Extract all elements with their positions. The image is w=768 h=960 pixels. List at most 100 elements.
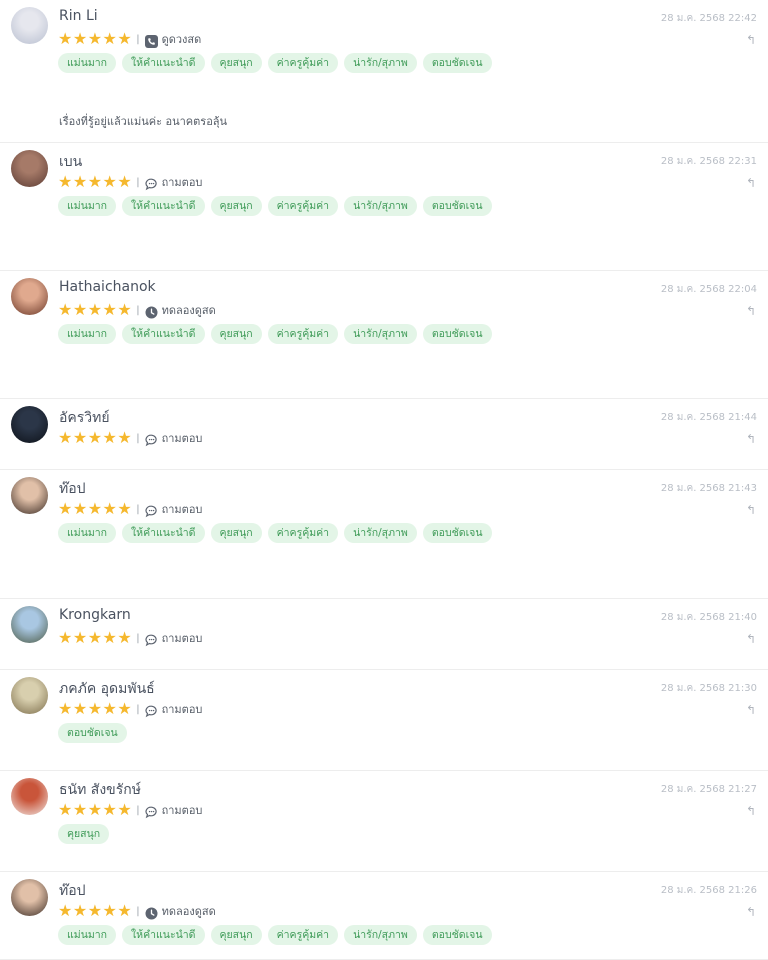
star-icon: ★: [87, 499, 103, 518]
reviewer-name: Rin Li: [59, 8, 98, 24]
service-type: ถามตอบ: [161, 176, 203, 189]
star-rating: ★ ★ ★ ★ ★: [58, 174, 132, 190]
service-type: ถามตอบ: [161, 632, 203, 645]
chat-icon: [145, 503, 158, 517]
service-type: ทดลองดูสด: [161, 304, 216, 317]
separator: |: [136, 804, 140, 816]
star-icon: ★: [72, 29, 88, 48]
avatar[interactable]: [11, 677, 48, 714]
chat-icon: [145, 703, 158, 717]
review-meta: ★ ★ ★ ★ ★ | ถามตอบ: [58, 802, 202, 818]
avatar[interactable]: [11, 778, 48, 815]
star-icon: ★: [72, 800, 88, 819]
star-icon: ★: [58, 428, 73, 447]
star-icon: ★: [117, 800, 132, 819]
avatar[interactable]: [11, 278, 48, 315]
tag-list: แม่นมาก ให้คำแนะนำดี คุยสนุก ค่าครูคุ้มค่าน…: [58, 925, 498, 945]
star-icon: ★: [72, 901, 88, 920]
clock-icon: [145, 304, 158, 318]
star-icon: ★: [117, 29, 132, 48]
star-rating: ★ ★ ★ ★ ★: [58, 501, 132, 517]
separator: |: [136, 304, 140, 316]
reviewer-name: เบน: [59, 154, 83, 170]
tag-list: ตอบชัดเจน: [58, 723, 133, 743]
star-icon: ★: [72, 499, 88, 518]
clock-icon: [145, 905, 158, 919]
tag-chip: คุยสนุก: [58, 824, 110, 844]
review-meta: ★ ★ ★ ★ ★ | ถามตอบ: [58, 630, 202, 646]
avatar[interactable]: [11, 406, 48, 443]
review-meta: ★ ★ ★ ★ ★ | ถามตอบ: [58, 430, 202, 446]
tag-chip: แม่นมาก: [58, 523, 117, 543]
reviewer-name: ภคภัค อุดมพันธ์: [59, 681, 155, 697]
star-icon: ★: [87, 628, 103, 647]
tag-chip: ตอบชัดเจน: [422, 523, 492, 543]
review-item: ธนัท สังขรักษ์ 28 ม.ค. 2568 21:27 ↰ ★ ★ ★ ★…: [0, 771, 768, 872]
star-icon: ★: [58, 800, 73, 819]
avatar[interactable]: [11, 606, 48, 643]
star-icon: ★: [117, 628, 132, 647]
reply-icon[interactable]: ↰: [746, 632, 756, 646]
tag-chip: ตอบชัดเจน: [422, 324, 492, 344]
separator: |: [136, 176, 140, 188]
reply-icon[interactable]: ↰: [746, 176, 756, 190]
reviewer-name: ท๊อป: [59, 481, 86, 497]
star-icon: ★: [102, 29, 117, 48]
separator: |: [136, 632, 140, 644]
star-rating: ★ ★ ★ ★ ★: [58, 31, 132, 47]
review-meta: ★ ★ ★ ★ ★ | ถามตอบ: [58, 701, 202, 717]
review-list: Rin Li 28 ม.ค. 2568 22:42 ↰ ★ ★ ★ ★ ★ | ดูดว…: [0, 0, 768, 960]
tag-chip: ค่าครูคุ้มค่า: [267, 196, 339, 216]
star-icon: ★: [72, 628, 88, 647]
tag-chip: ค่าครูคุ้มค่า: [267, 53, 339, 73]
review-item: ภคภัค อุดมพันธ์ 28 ม.ค. 2568 21:30 ↰ ★ ★ ★…: [0, 670, 768, 771]
service-type: ถามตอบ: [161, 703, 203, 716]
reply-icon[interactable]: ↰: [746, 432, 756, 446]
reply-icon[interactable]: ↰: [746, 905, 756, 919]
reply-icon[interactable]: ↰: [746, 304, 756, 318]
star-icon: ★: [58, 172, 73, 191]
tag-chip: แม่นมาก: [58, 925, 117, 945]
review-item: Rin Li 28 ม.ค. 2568 22:42 ↰ ★ ★ ★ ★ ★ | ดูดว…: [0, 0, 768, 143]
avatar[interactable]: [11, 477, 48, 514]
tag-chip: ตอบชัดเจน: [422, 196, 492, 216]
reply-icon[interactable]: ↰: [746, 503, 756, 517]
reply-icon[interactable]: ↰: [746, 703, 756, 717]
tag-chip: ให้คำแนะนำดี: [122, 925, 205, 945]
star-icon: ★: [117, 172, 132, 191]
star-icon: ★: [87, 172, 103, 191]
review-comment: เรื่องที่รู้อยู่แล้วแม่นค่ะ อนาคตรอลุ้น: [59, 115, 228, 128]
review-item: อัครวิทย์ 28 ม.ค. 2568 21:44 ↰ ★ ★ ★ ★ ★ | ถ…: [0, 399, 768, 470]
tag-list: แม่นมาก ให้คำแนะนำดี คุยสนุก ค่าครูคุ้มค่าน…: [58, 196, 498, 216]
star-rating: ★ ★ ★ ★ ★: [58, 302, 132, 318]
tag-chip: แม่นมาก: [58, 196, 117, 216]
chat-icon: [145, 632, 158, 646]
star-icon: ★: [87, 800, 103, 819]
star-icon: ★: [117, 428, 132, 447]
reply-icon[interactable]: ↰: [746, 804, 756, 818]
review-timestamp: 28 ม.ค. 2568 22:31: [660, 156, 757, 167]
avatar[interactable]: [11, 879, 48, 916]
tag-chip: ค่าครูคุ้มค่า: [267, 925, 339, 945]
reply-icon[interactable]: ↰: [746, 33, 756, 47]
star-icon: ★: [87, 699, 103, 718]
tag-list: แม่นมาก ให้คำแนะนำดี คุยสนุก ค่าครูคุ้มค่าน…: [58, 523, 498, 543]
review-meta: ★ ★ ★ ★ ★ | ถามตอบ: [58, 501, 202, 517]
star-icon: ★: [117, 300, 132, 319]
star-icon: ★: [87, 29, 103, 48]
separator: |: [136, 703, 140, 715]
review-item: ท๊อป 28 ม.ค. 2568 21:43 ↰ ★ ★ ★ ★ ★ | ถามตอบ…: [0, 470, 768, 599]
separator: |: [136, 905, 140, 917]
star-icon: ★: [102, 300, 117, 319]
tag-chip: คุยสนุก: [210, 196, 262, 216]
tag-chip: ให้คำแนะนำดี: [122, 523, 205, 543]
star-icon: ★: [87, 300, 103, 319]
review-timestamp: 28 ม.ค. 2568 21:26: [660, 885, 757, 896]
avatar[interactable]: [11, 7, 48, 44]
star-icon: ★: [72, 172, 88, 191]
review-timestamp: 28 ม.ค. 2568 22:42: [660, 13, 757, 24]
tag-chip: แม่นมาก: [58, 53, 117, 73]
reviewer-name: อัครวิทย์: [59, 410, 110, 426]
chat-icon: [145, 176, 158, 190]
avatar[interactable]: [11, 150, 48, 187]
